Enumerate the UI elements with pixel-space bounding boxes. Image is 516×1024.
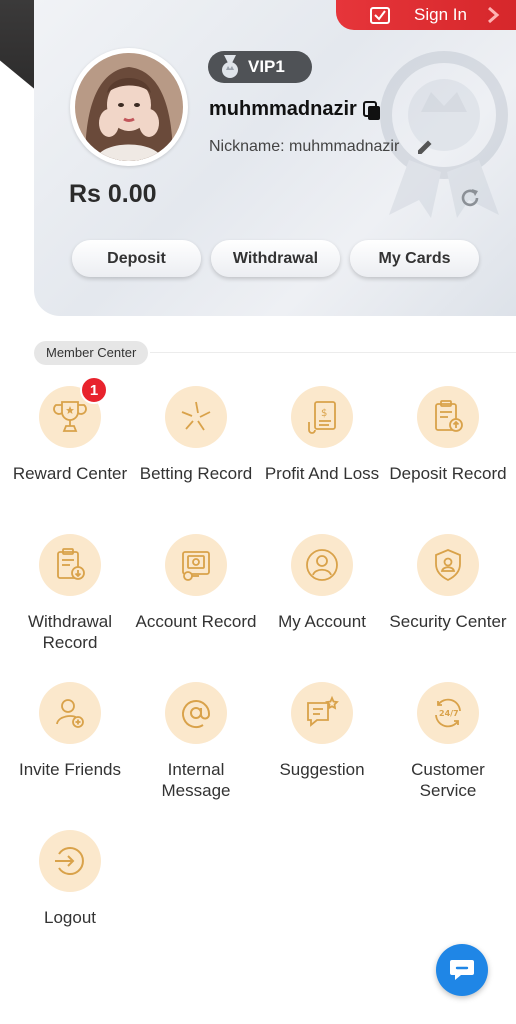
menu-item-label: Profit And Loss xyxy=(264,464,380,483)
balance: Rs 0.00 xyxy=(69,180,157,208)
member-center-grid: 1 Reward Center Betting Record $ Profit … xyxy=(7,376,511,978)
menu-item-internal-message[interactable]: Internal Message xyxy=(133,682,259,830)
calendar-check-icon xyxy=(370,7,390,24)
sign-in-button[interactable]: Sign In xyxy=(336,0,516,30)
trophy-icon xyxy=(53,401,87,432)
logout-icon xyxy=(55,847,84,875)
medal-watermark-icon xyxy=(380,51,508,218)
menu-item-label: Logout xyxy=(44,908,96,927)
menu-item-label: Deposit Record xyxy=(389,464,507,483)
menu-item-label: Suggestion xyxy=(279,760,365,779)
user-icon xyxy=(306,549,338,581)
nickname: Nickname: muhmmadnazir xyxy=(209,138,400,155)
menu-item-betting-record[interactable]: Betting Record xyxy=(133,386,259,534)
divider xyxy=(150,352,516,353)
menu-item-deposit-record[interactable]: Deposit Record xyxy=(385,386,511,534)
menu-item-label: Invite Friends xyxy=(18,760,122,779)
account-record-icon xyxy=(182,551,210,581)
pencil-icon[interactable] xyxy=(416,138,434,156)
menu-item-customer-service[interactable]: 24/7 Customer Service xyxy=(385,682,511,830)
menu-item-label: My Account xyxy=(278,612,366,631)
chat-support-button[interactable] xyxy=(436,944,488,996)
clipboard-upload-icon xyxy=(435,400,463,432)
support-24-7-icon: 24/7 xyxy=(435,698,461,728)
menu-item-security-center[interactable]: Security Center xyxy=(385,534,511,682)
menu-item-label: Account Record xyxy=(135,612,257,631)
add-user-icon xyxy=(56,699,84,728)
profile-card: Sign In VIP1 muhmmadnazir Nickname: muhm… xyxy=(34,0,516,316)
menu-item-account-record[interactable]: Account Record xyxy=(133,534,259,682)
clipboard-download-icon xyxy=(57,548,85,580)
menu-item-reward-center[interactable]: 1 Reward Center xyxy=(7,376,133,534)
menu-item-label: Reward Center xyxy=(12,464,128,483)
feedback-icon xyxy=(307,695,339,727)
menu-item-invite-friends[interactable]: Invite Friends xyxy=(7,682,133,830)
menu-item-label: Betting Record xyxy=(139,464,253,483)
shield-user-icon xyxy=(435,549,461,582)
receipt-icon: $ xyxy=(308,401,336,434)
menu-item-logout[interactable]: Logout xyxy=(7,830,133,978)
avatar-photo xyxy=(75,53,183,161)
menu-item-profit-and-loss[interactable]: $ Profit And Loss xyxy=(259,386,385,534)
at-sign-icon xyxy=(182,700,210,728)
svg-text:24/7: 24/7 xyxy=(439,709,459,718)
copy-icon[interactable] xyxy=(363,101,381,121)
chevron-right-icon xyxy=(488,6,500,24)
username: muhmmadnazir xyxy=(209,98,357,120)
notification-badge: 1 xyxy=(80,376,108,404)
betting-star-icon xyxy=(181,401,211,431)
menu-item-my-account[interactable]: My Account xyxy=(259,534,385,682)
member-center-title: Member Center xyxy=(34,341,149,365)
vip-level: VIP1 xyxy=(248,57,285,76)
refresh-icon[interactable] xyxy=(458,186,482,210)
vip-medal-icon xyxy=(222,55,238,78)
menu-item-label: Security Center xyxy=(389,612,507,631)
sign-in-label: Sign In xyxy=(414,5,467,24)
svg-text:$: $ xyxy=(321,408,327,419)
my-cards-button[interactable]: My Cards xyxy=(350,240,479,277)
menu-item-label: Withdrawal Record xyxy=(27,612,113,652)
withdrawal-button[interactable]: Withdrawal xyxy=(211,240,340,277)
deposit-button[interactable]: Deposit xyxy=(72,240,201,277)
chat-bubble-icon xyxy=(450,960,474,980)
menu-item-suggestion[interactable]: Suggestion xyxy=(259,682,385,830)
avatar[interactable] xyxy=(70,48,188,166)
menu-item-withdrawal-record[interactable]: Withdrawal Record xyxy=(7,534,133,682)
vip-badge: VIP1 xyxy=(208,51,312,83)
menu-item-label: Internal Message xyxy=(161,760,231,800)
menu-item-label: Customer Service xyxy=(411,760,485,800)
wallet-actions: Deposit Withdrawal My Cards xyxy=(72,240,479,277)
